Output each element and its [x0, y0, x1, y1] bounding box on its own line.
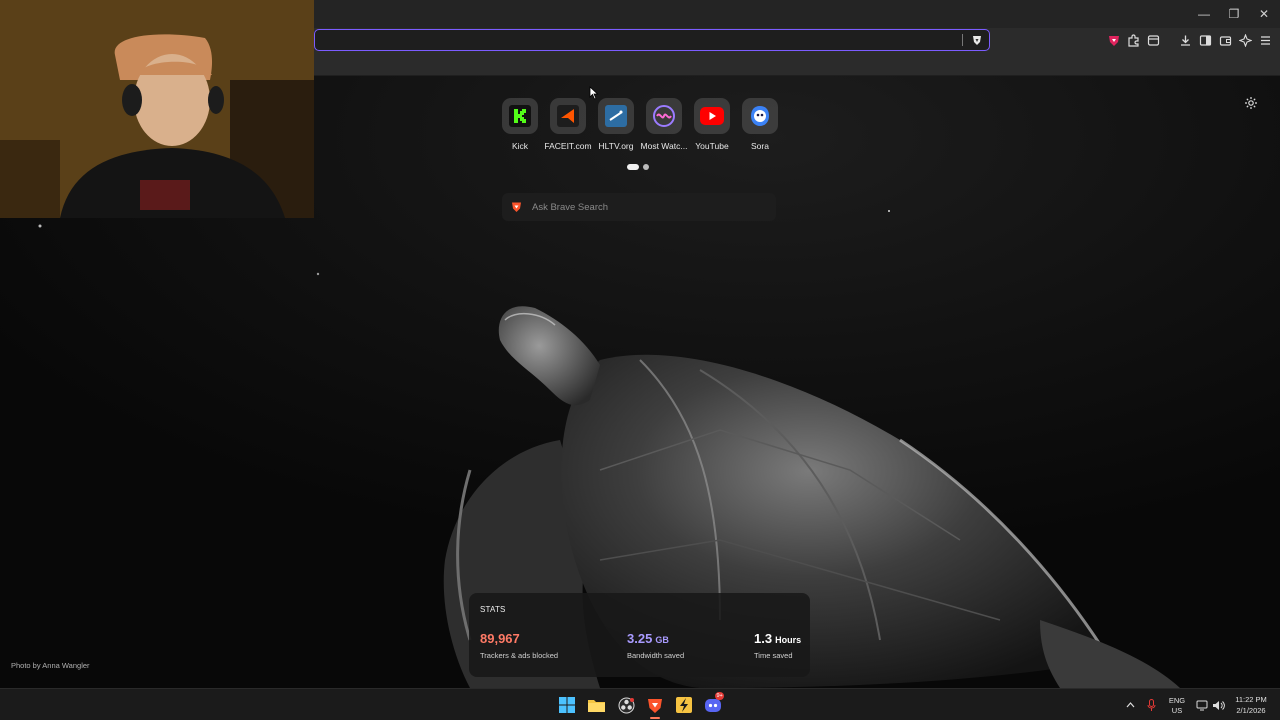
faceit-icon: [550, 98, 586, 134]
discord-icon[interactable]: 9+: [704, 692, 725, 715]
most-watched-icon: [646, 98, 682, 134]
top-site-youtube[interactable]: YouTube: [688, 98, 736, 151]
brave-browser-icon[interactable]: [645, 695, 665, 715]
windows-start-icon[interactable]: [557, 695, 577, 715]
address-bar-divider: [962, 34, 963, 46]
time-value: 1.3: [754, 631, 773, 646]
gear-icon: [1245, 97, 1257, 109]
kick-icon: [502, 98, 538, 134]
top-site-kick[interactable]: Kick: [496, 98, 544, 151]
wallet-icon[interactable]: [1217, 32, 1233, 48]
customize-settings-button[interactable]: [1244, 96, 1260, 112]
top-site-faceit[interactable]: FACEIT.com: [544, 98, 592, 151]
stats-widget: STATS 89,967 Trackers & ads blocked 3.25…: [469, 593, 810, 677]
top-site-sora[interactable]: Sora: [736, 98, 784, 151]
active-app-indicator: [650, 717, 660, 719]
search-input[interactable]: [532, 199, 768, 215]
top-site-label: YouTube: [695, 141, 729, 151]
bandwidth-unit: GB: [655, 635, 669, 645]
close-button[interactable]: ✕: [1250, 4, 1278, 24]
youtube-icon: [694, 98, 730, 134]
menu-icon[interactable]: [1257, 32, 1273, 48]
trackers-value: 89,967: [480, 631, 520, 646]
file-explorer-icon[interactable]: [586, 695, 606, 715]
top-site-label: Kick: [511, 141, 529, 151]
tray-overflow-icon[interactable]: [1120, 695, 1140, 715]
stats-title: STATS: [480, 605, 506, 614]
obs-icon[interactable]: [616, 695, 636, 715]
page-dot-active[interactable]: [627, 164, 639, 170]
microphone-icon[interactable]: [1141, 695, 1161, 715]
restore-button[interactable]: ❐: [1220, 4, 1248, 24]
top-site-label: HLTV.org: [598, 141, 634, 151]
trackers-caption: Trackers & ads blocked: [480, 651, 559, 660]
page-dot[interactable]: [643, 164, 649, 170]
minimize-button[interactable]: —: [1190, 4, 1218, 24]
winamp-icon[interactable]: [674, 695, 694, 715]
stat-time: 1.3 Hours Time saved: [754, 630, 801, 660]
brave-search-box[interactable]: [502, 193, 776, 221]
bandwidth-value: 3.25: [627, 631, 653, 646]
stat-trackers: 89,967 Trackers & ads blocked: [480, 630, 558, 660]
sidebar-icon[interactable]: [1197, 32, 1213, 48]
bandwidth-caption: Bandwidth saved: [627, 651, 685, 660]
downloads-icon[interactable]: [1177, 32, 1193, 48]
top-site-label: FACEIT.com: [544, 141, 592, 151]
clock-date[interactable]: 2/1/2026: [1228, 706, 1274, 715]
sora-icon: [742, 98, 778, 134]
extensions-icon[interactable]: [1125, 32, 1141, 48]
top-sites: Kick FACEIT.com HLTV.org Most Watc... Yo…: [496, 98, 786, 158]
mouse-cursor-icon: [589, 86, 599, 100]
top-site-hltv[interactable]: HLTV.org: [592, 98, 640, 151]
time-caption: Time saved: [754, 651, 793, 660]
webcam-overlay: [0, 0, 314, 218]
top-site-label: Most Watc...: [640, 141, 688, 151]
top-site-label: Sora: [751, 141, 769, 151]
taskbar: 9+ ENG US 11:22 PM 2/1/2026: [0, 688, 1280, 720]
brave-rewards-icon[interactable]: [969, 32, 985, 48]
brave-shields-icon[interactable]: [1106, 32, 1122, 48]
clock-time[interactable]: 11:22 PM: [1228, 695, 1274, 704]
address-input[interactable]: [321, 32, 961, 48]
language-bottom[interactable]: US: [1166, 706, 1188, 715]
top-site-most-watched[interactable]: Most Watc...: [640, 98, 688, 151]
address-bar[interactable]: [314, 29, 990, 51]
photo-credit[interactable]: Photo by Anna Wangler: [11, 661, 90, 670]
brave-logo-icon: [512, 202, 521, 212]
top-sites-pagination: [627, 164, 651, 170]
language-top[interactable]: ENG: [1166, 696, 1188, 705]
tab-search-icon[interactable]: [1145, 32, 1161, 48]
leo-ai-icon[interactable]: [1237, 32, 1253, 48]
stat-bandwidth: 3.25 GB Bandwidth saved: [627, 630, 684, 660]
hltv-icon: [598, 98, 634, 134]
time-unit: Hours: [775, 635, 802, 645]
volume-icon[interactable]: [1208, 695, 1228, 715]
